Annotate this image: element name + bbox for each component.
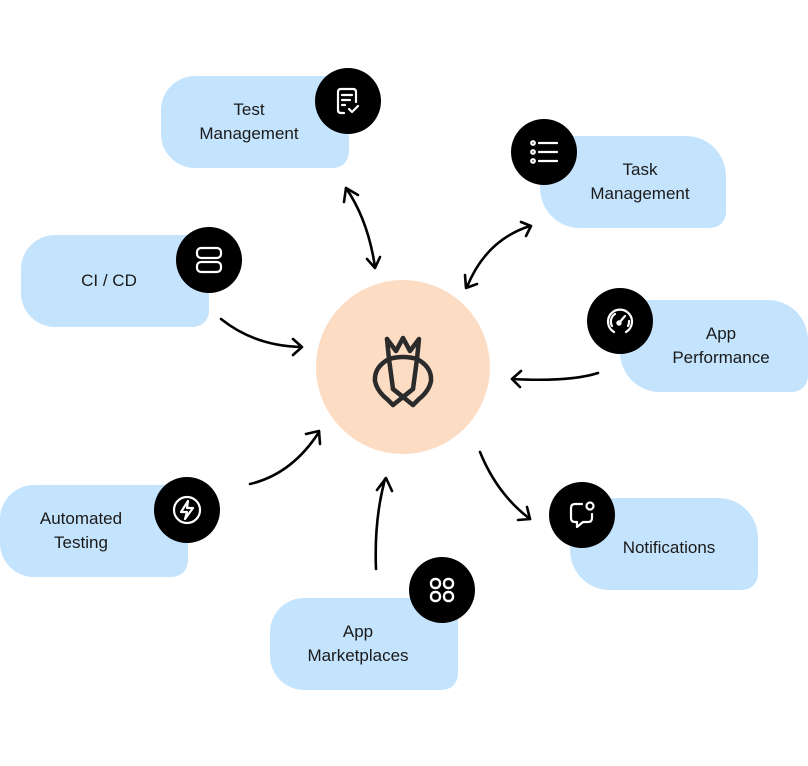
arrow-automated-testing [248, 429, 322, 486]
node-label: App Marketplaces [307, 622, 409, 665]
arrow-app-performance [510, 369, 600, 389]
badge-app-performance [587, 288, 653, 354]
node-label: Automated Testing [39, 509, 123, 552]
node-label: CI / CD [81, 271, 137, 290]
node-label: Notifications [622, 538, 716, 557]
crown-shield-logo-icon [372, 335, 434, 408]
list-icon [530, 140, 559, 164]
app-grid-icon [429, 577, 455, 603]
node-label: Test Management [199, 100, 299, 143]
arrow-task-management [463, 220, 533, 290]
badge-notifications [549, 482, 615, 548]
badge-task-management [511, 119, 577, 185]
chat-notification-icon [569, 501, 595, 529]
speedometer-icon [606, 308, 634, 334]
badge-test-management [315, 68, 381, 134]
hub-circle [316, 280, 490, 454]
arrow-test-management [342, 186, 382, 270]
badge-automated-testing [154, 477, 220, 543]
badge-ci-cd [176, 227, 242, 293]
badge-app-marketplaces [409, 557, 475, 623]
clipboard-check-icon [336, 87, 360, 115]
node-label: Task Management [590, 160, 690, 203]
lightning-bolt-icon [172, 495, 202, 525]
arrow-app-marketplaces [374, 476, 394, 571]
arrow-notifications [478, 450, 532, 522]
arrow-ci-cd [219, 317, 304, 357]
server-stack-icon [195, 246, 223, 274]
node-label: App Performance [672, 324, 770, 367]
